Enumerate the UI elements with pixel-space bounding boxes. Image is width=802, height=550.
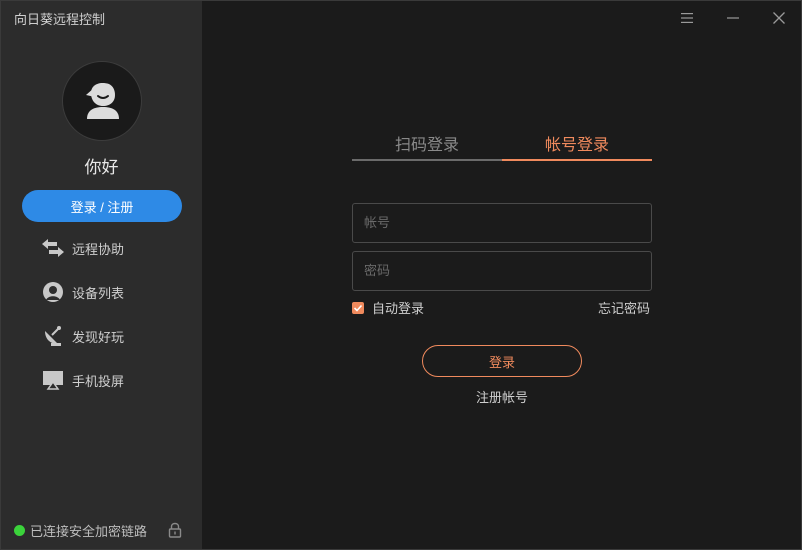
sidebar-item-label: 发现好玩 bbox=[72, 330, 125, 346]
status-text: 已连接安全加密链路 bbox=[30, 525, 148, 540]
login-button[interactable]: 登录 bbox=[422, 345, 582, 377]
device-list-icon bbox=[41, 280, 65, 304]
user-avatar-icon bbox=[86, 83, 119, 119]
tab-qr-login[interactable]: 扫码登录 bbox=[352, 131, 502, 161]
login-register-button[interactable]: 登录 / 注册 bbox=[22, 190, 182, 222]
greeting-text: 你好 bbox=[84, 158, 119, 178]
sidebar-item-label: 设备列表 bbox=[72, 286, 125, 302]
register-account-link[interactable]: 注册帐号 bbox=[422, 387, 582, 406]
forgot-password-link[interactable]: 忘记密码 bbox=[598, 298, 650, 317]
auto-login-label: 自动登录 bbox=[372, 302, 425, 317]
sidebar-item-device-list[interactable]: 设备列表 bbox=[41, 276, 191, 308]
close-icon bbox=[773, 12, 785, 24]
checkbox-checked-icon bbox=[352, 301, 364, 314]
menu-button[interactable] bbox=[676, 7, 698, 29]
connection-status: 已连接安全加密链路 bbox=[14, 521, 147, 540]
sidebar-item-label: 远程协助 bbox=[72, 242, 125, 258]
account-input[interactable] bbox=[352, 203, 652, 243]
minimize-button[interactable] bbox=[722, 7, 744, 29]
status-dot-icon bbox=[14, 525, 25, 536]
minimize-icon bbox=[727, 17, 739, 19]
close-button[interactable] bbox=[768, 7, 790, 29]
password-input[interactable] bbox=[352, 251, 652, 291]
sidebar-item-screen-cast[interactable]: 手机投屏 bbox=[41, 364, 191, 396]
screen-cast-icon bbox=[41, 368, 65, 392]
lock-icon[interactable] bbox=[168, 522, 182, 542]
sidebar-item-label: 手机投屏 bbox=[72, 374, 125, 390]
app-window: 向日葵远程控制 你好 登录 / 注册 远程协助 设备列表 发现好玩 手机投屏 已… bbox=[0, 0, 802, 550]
tab-account-login[interactable]: 帐号登录 bbox=[502, 131, 652, 161]
sidebar: 向日葵远程控制 你好 登录 / 注册 远程协助 设备列表 发现好玩 手机投屏 已… bbox=[1, 1, 202, 549]
auto-login-checkbox[interactable]: 自动登录 bbox=[352, 298, 424, 317]
avatar[interactable] bbox=[62, 61, 142, 141]
app-title: 向日葵远程控制 bbox=[14, 13, 106, 28]
remote-assist-icon bbox=[41, 236, 65, 260]
login-tabs: 扫码登录 帐号登录 bbox=[352, 131, 652, 161]
sidebar-item-discover[interactable]: 发现好玩 bbox=[41, 320, 191, 352]
menu-icon bbox=[681, 13, 693, 23]
discover-icon bbox=[41, 324, 65, 348]
sidebar-item-remote-assist[interactable]: 远程协助 bbox=[41, 232, 191, 264]
